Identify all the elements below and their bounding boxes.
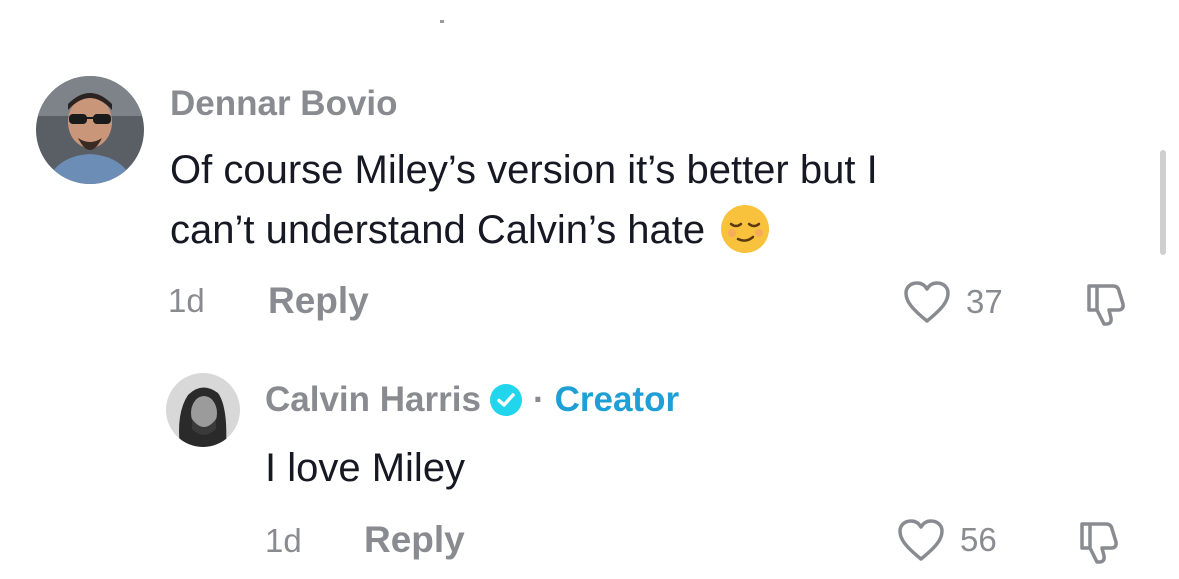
verified-badge-icon <box>489 383 523 417</box>
comment-timestamp: 1d <box>168 282 205 319</box>
creator-badge: Creator <box>554 380 680 419</box>
comment-author-row: Calvin Harris · Creator <box>265 380 679 420</box>
scrollbar[interactable] <box>1160 150 1166 255</box>
comment-author[interactable]: Dennar Bovio <box>170 84 398 124</box>
avatar-photo <box>36 76 144 184</box>
comment-text: I love Miley <box>265 446 466 490</box>
avatar-photo <box>166 373 240 447</box>
dislike-icon[interactable] <box>1076 518 1126 571</box>
avatar[interactable] <box>36 76 144 184</box>
comment-timestamp: 1d <box>265 522 302 559</box>
reply-button[interactable]: Reply <box>364 519 465 561</box>
dislike-icon[interactable] <box>1083 280 1133 333</box>
avatar[interactable] <box>166 373 240 447</box>
reply-button[interactable]: Reply <box>268 280 369 322</box>
heart-icon[interactable] <box>903 280 951 329</box>
separator-dot: · <box>532 380 545 419</box>
comment-text-line-1: Of course Miley’s version it’s better bu… <box>170 148 878 192</box>
comment-text-line-2: can’t understand Calvin’s hate <box>170 208 706 252</box>
like-count: 56 <box>960 521 997 558</box>
heart-icon[interactable] <box>897 518 945 567</box>
relieved-face-emoji <box>719 203 771 255</box>
like-count: 37 <box>966 283 1003 320</box>
scroll-indicator-dot <box>440 20 444 23</box>
comment-text: Of course Miley’s version it’s better bu… <box>170 140 878 260</box>
comment-author[interactable]: Calvin Harris <box>265 380 481 420</box>
